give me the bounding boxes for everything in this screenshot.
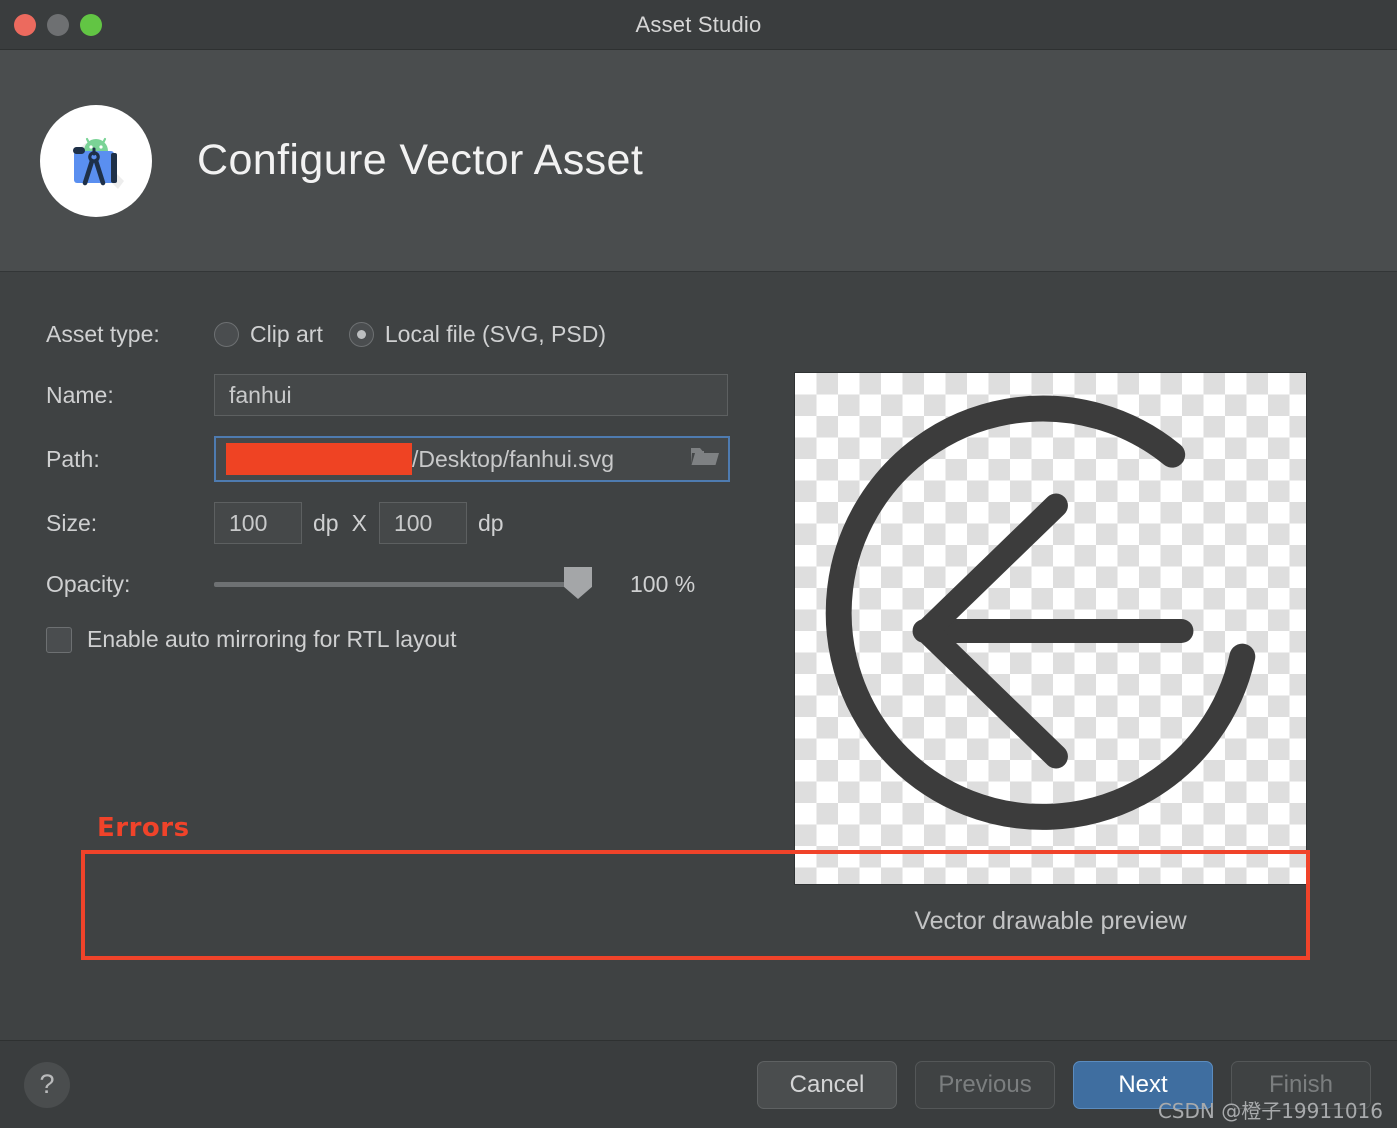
size-width-unit: dp (313, 509, 339, 536)
errors-box (81, 850, 1310, 960)
path-row: Path: /Desktop/fanhui.svg (46, 436, 746, 482)
redaction-block (226, 443, 412, 475)
name-input-value: fanhui (229, 381, 292, 408)
opacity-slider-track (214, 581, 586, 587)
opacity-label: Opacity: (46, 570, 131, 597)
android-studio-icon (40, 104, 152, 217)
size-height-unit: dp (477, 509, 504, 536)
help-button[interactable]: ? (24, 1061, 70, 1108)
asset-type-clipart-label: Clip art (250, 320, 323, 347)
asset-type-radio-clipart[interactable]: Clip art (214, 321, 349, 348)
asset-type-radio-localfile[interactable]: Local file (SVG, PSD) (348, 320, 632, 348)
radio-selected-icon (348, 321, 374, 347)
previous-button: Previous (915, 1060, 1055, 1109)
name-label: Name: (46, 381, 114, 408)
errors-title: Errors (97, 813, 190, 843)
name-row: Name: fanhui (46, 374, 746, 416)
size-width-value: 100 (229, 509, 268, 536)
size-label: Size: (46, 509, 98, 536)
opacity-slider[interactable] (214, 567, 592, 601)
rtl-mirroring-label: Enable auto mirroring for RTL layout (87, 626, 457, 652)
asset-type-label: Asset type: (46, 320, 160, 347)
window-controls (14, 13, 102, 36)
title-bar: Asset Studio (0, 0, 1397, 50)
path-label: Path: (46, 445, 100, 472)
maximize-window-button[interactable] (80, 13, 102, 36)
size-separator: X (351, 509, 367, 536)
asset-studio-window: Asset Studio Configure Vector Asset Asse… (0, 0, 1397, 1128)
dialog-footer: ? Cancel Previous Next Finish CSDN @橙子19… (0, 1040, 1397, 1128)
size-height-input[interactable]: 100 (378, 502, 467, 544)
name-input[interactable]: fanhui (214, 374, 728, 416)
asset-type-localfile-label: Local file (SVG, PSD) (384, 320, 606, 347)
minimize-window-button[interactable] (47, 13, 69, 36)
path-input-content: /Desktop/fanhui.svg (226, 443, 682, 475)
back-arrow-circle-icon (825, 395, 1256, 830)
size-row: Size: 100 dp X 100 dp (46, 502, 746, 544)
opacity-row: Opacity: 100 % (46, 564, 746, 604)
dialog-header: Configure Vector Asset (0, 50, 1397, 272)
path-input[interactable]: /Desktop/fanhui.svg (214, 436, 730, 482)
vector-preview-canvas (794, 372, 1307, 885)
size-height-value: 100 (393, 509, 433, 536)
path-input-value: /Desktop/fanhui.svg (412, 445, 615, 472)
page-title: Configure Vector Asset (197, 136, 644, 184)
folder-icon[interactable] (690, 444, 720, 474)
cancel-button[interactable]: Cancel (757, 1060, 897, 1109)
close-window-button[interactable] (14, 13, 36, 36)
checkbox-icon[interactable] (46, 626, 72, 653)
dialog-body: Asset type: Clip art Local file (SVG, PS… (0, 272, 1397, 1040)
size-width-input[interactable]: 100 (214, 502, 302, 544)
window-title: Asset Studio (635, 11, 762, 37)
opacity-slider-thumb[interactable] (564, 567, 592, 599)
radio-circle-icon (214, 321, 239, 347)
watermark: CSDN @橙子19911016 (1157, 1099, 1383, 1123)
asset-type-row: Asset type: Clip art Local file (SVG, PS… (46, 314, 746, 354)
opacity-value: 100 % (630, 570, 696, 597)
rtl-mirroring-row[interactable]: Enable auto mirroring for RTL layout (46, 626, 746, 653)
